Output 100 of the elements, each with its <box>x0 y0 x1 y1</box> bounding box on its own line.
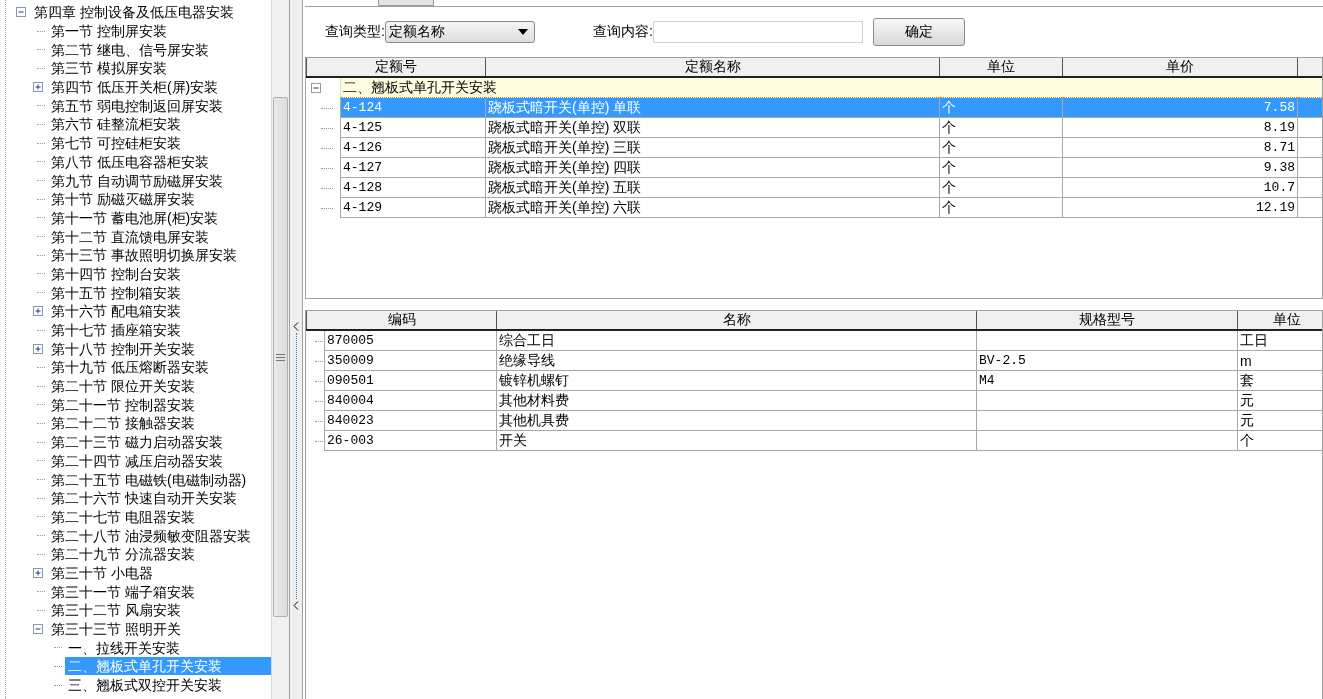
spec-cell: BV-2.5 <box>976 350 1238 371</box>
tree-item[interactable]: 第四章 控制设备及低压电器安装 <box>31 3 237 22</box>
tree-item[interactable]: 第二十九节 分流器安装 <box>48 545 198 564</box>
tree-item[interactable]: 第三十三节 照明开关 <box>48 620 184 639</box>
unit-cell: 个 <box>939 157 1063 178</box>
price-cell: 8.19 <box>1062 117 1298 138</box>
tree-item[interactable]: 第三十二节 风扇安装 <box>48 601 184 620</box>
column-header[interactable]: 单位 <box>939 58 1063 77</box>
material-name-cell: 镀锌机螺钉 <box>496 370 977 391</box>
collapse-icon[interactable] <box>310 83 321 93</box>
quota-name-cell: 跷板式暗开关(单控) 六联 <box>485 197 940 218</box>
tree-item[interactable]: 第五节 弱电控制返回屏安装 <box>48 96 226 115</box>
price-cell: 10.7 <box>1062 177 1298 198</box>
tree-item[interactable]: 第二十四节 减压启动器安装 <box>48 451 226 470</box>
column-header[interactable]: 规格型号 <box>976 311 1238 330</box>
material-name-cell: 绝缘导线 <box>496 350 977 371</box>
column-header[interactable]: 定额号 <box>306 58 486 77</box>
tree-item[interactable]: 第二十五节 电磁铁(电磁制动器) <box>48 470 250 489</box>
unit-cell: 个 <box>939 197 1063 218</box>
tree-item[interactable]: 第十九节 低压熔断器安装 <box>48 358 212 377</box>
scroll-thumb[interactable] <box>273 97 288 617</box>
unit-cell: 个 <box>1237 430 1322 451</box>
dropdown-arrow-icon <box>517 29 528 35</box>
collapse-left-icon[interactable] <box>293 601 299 610</box>
tree-item[interactable]: 第十七节 插座箱安装 <box>48 321 184 340</box>
tree-item[interactable]: 第十节 励磁灭磁屏安装 <box>48 190 198 209</box>
tree-item[interactable]: 第三十一节 端子箱安装 <box>48 582 198 601</box>
tree-item[interactable]: 第三节 模拟屏安装 <box>48 59 170 78</box>
confirm-button[interactable]: 确定 <box>872 18 965 46</box>
tree-item[interactable]: 第十八节 控制开关安装 <box>48 339 198 358</box>
unit-cell: 个 <box>939 97 1063 118</box>
quota-code-cell[interactable]: 4-129 <box>340 197 486 218</box>
code-cell: 840004 <box>324 390 497 411</box>
code-cell: 090501 <box>324 370 497 391</box>
query-type-dropdown[interactable]: 定额名称 <box>384 21 535 43</box>
tree-item[interactable]: 第十五节 控制箱安装 <box>48 283 184 302</box>
tree-item[interactable]: 第三十节 小电器 <box>48 563 156 582</box>
price-cell: 7.58 <box>1062 97 1298 118</box>
collapse-icon[interactable] <box>33 624 43 635</box>
tree-item[interactable]: 第十二节 直流馈电屏安装 <box>48 227 212 246</box>
tree-item[interactable]: 第二十七节 电阻器安装 <box>48 507 198 526</box>
column-header[interactable]: 名称 <box>496 311 977 330</box>
column-header[interactable]: 单价 <box>1062 58 1298 77</box>
tree-item[interactable]: 一、拉线开关安装 <box>65 638 183 657</box>
tree-item[interactable]: 第二十一节 控制器安装 <box>48 395 198 414</box>
quota-name-cell: 跷板式暗开关(单控) 五联 <box>485 177 940 198</box>
unit-cell: 个 <box>939 137 1063 158</box>
expand-icon[interactable] <box>33 567 43 578</box>
tree-item[interactable]: 第二十六节 快速自动开关安装 <box>48 489 240 508</box>
material-name-cell: 其他材料费 <box>496 390 977 411</box>
query-type-label: 查询类型: <box>325 23 385 41</box>
quota-code-cell[interactable]: 4-126 <box>340 137 486 158</box>
tree-item[interactable]: 第九节 自动调节励磁屏安装 <box>48 171 226 190</box>
unit-cell: 个 <box>939 117 1063 138</box>
tree-item[interactable]: 第十一节 蓄电池屏(柜)安装 <box>48 208 222 227</box>
tree-item[interactable]: 第二十二节 接触器安装 <box>48 414 198 433</box>
quota-code-cell[interactable]: 4-125 <box>340 117 486 138</box>
quota-code-cell[interactable]: 4-128 <box>340 177 486 198</box>
tree-item[interactable]: 第七节 可控硅柜安装 <box>48 134 184 153</box>
column-header[interactable]: 编码 <box>306 311 497 330</box>
expand-icon[interactable] <box>33 306 43 317</box>
group-row[interactable]: 二、翘板式单孔开关安装 <box>340 77 1322 98</box>
column-header[interactable]: 单位 <box>1237 311 1322 330</box>
quota-code-cell[interactable]: 4-127 <box>340 157 486 178</box>
query-content-label: 查询内容: <box>592 23 653 41</box>
tree-item[interactable]: 第二十八节 油浸频敏变阻器安装 <box>48 526 254 545</box>
code-cell: 840023 <box>324 410 497 431</box>
tree-item[interactable]: 三、翘板式双控开关安装 <box>65 676 225 695</box>
collapse-left-icon[interactable] <box>293 322 299 331</box>
price-cell: 8.71 <box>1062 137 1298 158</box>
price-cell: 9.38 <box>1062 157 1298 178</box>
tree-item[interactable]: 第六节 硅整流柜安装 <box>48 115 184 134</box>
quota-name-cell: 跷板式暗开关(单控) 单联 <box>485 97 940 118</box>
tree-item[interactable]: 第四节 低压开关柜(屏)安装 <box>48 78 222 97</box>
column-header[interactable]: 定额名称 <box>485 58 940 77</box>
tree-item[interactable]: 第二十节 限位开关安装 <box>48 377 198 396</box>
tab[interactable] <box>378 0 434 6</box>
tree-item[interactable]: 第二十三节 磁力启动器安装 <box>48 433 226 452</box>
quota-name-cell: 跷板式暗开关(单控) 双联 <box>485 117 940 138</box>
spec-cell: M4 <box>976 370 1238 391</box>
query-content-field[interactable] <box>652 21 863 43</box>
quota-name-cell: 跷板式暗开关(单控) 四联 <box>485 157 940 178</box>
code-cell: 350009 <box>324 350 497 371</box>
grip-icon <box>276 352 285 362</box>
price-cell: 12.19 <box>1062 197 1298 218</box>
material-name-cell: 其他机具费 <box>496 410 977 431</box>
scrollbar[interactable] <box>271 0 289 699</box>
expand-icon[interactable] <box>33 82 43 93</box>
tree-item[interactable]: 第八节 低压电容器柜安装 <box>48 152 212 171</box>
tree-item[interactable]: 第十四节 控制台安装 <box>48 264 184 283</box>
tree-item[interactable]: 第十三节 事故照明切换屏安装 <box>48 246 240 265</box>
unit-cell: 个 <box>939 177 1063 198</box>
material-name-cell: 开关 <box>496 430 977 451</box>
code-cell: 870005 <box>324 330 497 351</box>
collapse-icon[interactable] <box>16 7 26 18</box>
expand-icon[interactable] <box>33 343 43 354</box>
tree-item[interactable]: 第一节 控制屏安装 <box>48 22 170 41</box>
code-cell: 26-003 <box>324 430 497 451</box>
tree-item[interactable]: 第二节 继电、信号屏安装 <box>48 40 212 59</box>
tree-item[interactable]: 第十六节 配电箱安装 <box>48 302 184 321</box>
